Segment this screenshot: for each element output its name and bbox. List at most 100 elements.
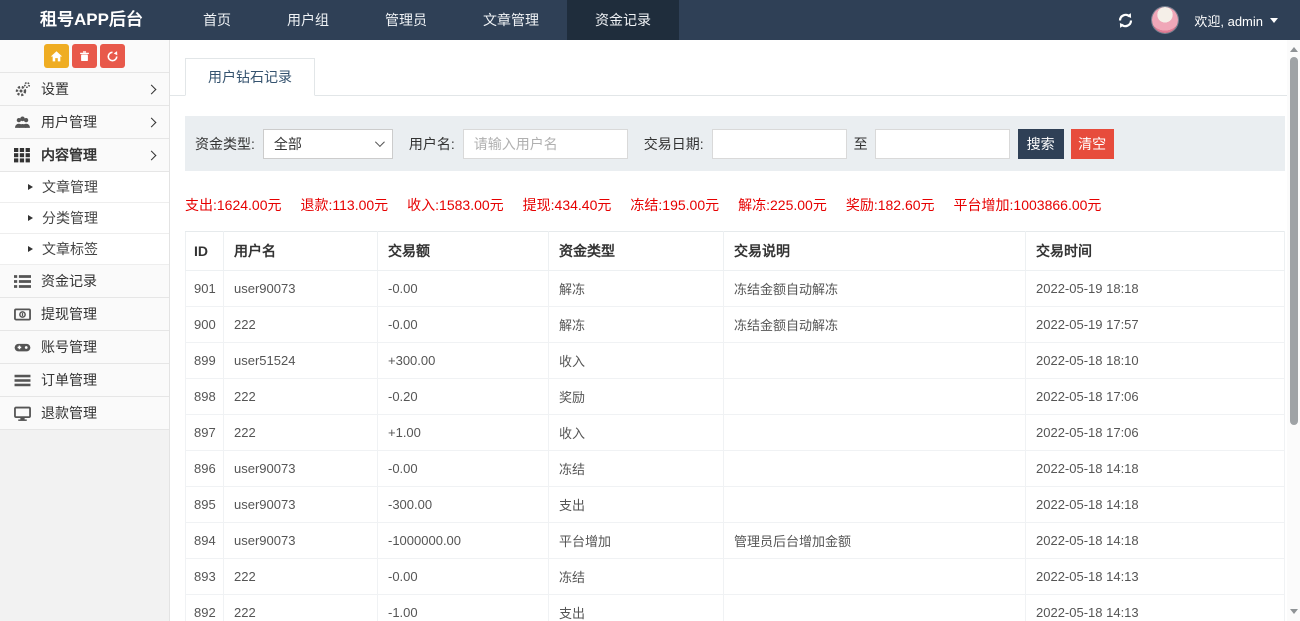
cell-username: 222 <box>224 307 378 343</box>
search-button[interactable]: 搜索 <box>1018 129 1064 159</box>
sidebar-subitem-label: 分类管理 <box>42 208 98 228</box>
grid-icon <box>14 147 31 164</box>
user-avatar[interactable] <box>1152 7 1178 33</box>
fund-type-select[interactable]: 全部 <box>263 129 393 159</box>
cell-time: 2022-05-19 18:18 <box>1026 271 1285 307</box>
cell-username: user90073 <box>224 451 378 487</box>
navbar-right: 欢迎, admin <box>1116 0 1300 40</box>
scrollbar-thumb[interactable] <box>1290 57 1298 425</box>
cell-type: 冻结 <box>549 559 724 595</box>
scroll-down-arrow-icon[interactable] <box>1290 609 1298 614</box>
cell-time: 2022-05-18 14:18 <box>1026 451 1285 487</box>
cell-username: user90073 <box>224 523 378 559</box>
cell-id: 894 <box>186 523 224 559</box>
cell-description: 冻结金额自动解冻 <box>724 307 1026 343</box>
cell-username: 222 <box>224 559 378 595</box>
cell-description <box>724 451 1026 487</box>
sidebar-item-label: 订单管理 <box>41 370 97 390</box>
date-from-input[interactable] <box>712 129 847 159</box>
sidebar-item-refunds[interactable]: 退款管理 <box>0 397 169 430</box>
sidebar-item-label: 用户管理 <box>41 112 97 132</box>
chevron-down-icon <box>375 137 385 147</box>
sidebar-item-users[interactable]: 用户管理 <box>0 106 169 139</box>
gears-icon <box>14 81 31 98</box>
cell-description <box>724 487 1026 523</box>
nav-item-home[interactable]: 首页 <box>175 0 259 40</box>
sidebar-item-label: 退款管理 <box>41 403 97 423</box>
cell-type: 支出 <box>549 487 724 523</box>
cell-description: 冻结金额自动解冻 <box>724 271 1026 307</box>
table-row: 893 222 -0.00 冻结 2022-05-18 14:13 <box>186 559 1285 595</box>
cell-amount: -0.00 <box>378 451 549 487</box>
sidebar-quick-buttons <box>0 40 169 73</box>
nav-item-articles[interactable]: 文章管理 <box>455 0 567 40</box>
sidebar-subitem-label: 文章标签 <box>42 239 98 259</box>
cell-type: 平台增加 <box>549 523 724 559</box>
stat-item: 提现:434.40元 <box>523 195 612 215</box>
sidebar-item-withdraw[interactable]: 提现管理 <box>0 298 169 331</box>
cell-id: 901 <box>186 271 224 307</box>
stat-item: 退款:113.00元 <box>301 195 389 215</box>
nav-item-funds[interactable]: 资金记录 <box>567 0 679 40</box>
cell-id: 896 <box>186 451 224 487</box>
nav-item-usergroup[interactable]: 用户组 <box>259 0 357 40</box>
cell-username: user90073 <box>224 487 378 523</box>
recycle-icon[interactable] <box>100 44 125 68</box>
table-row: 900 222 -0.00 解冻 冻结金额自动解冻 2022-05-19 17:… <box>186 307 1285 343</box>
column-header-time: 交易时间 <box>1026 232 1285 271</box>
welcome-dropdown[interactable]: 欢迎, admin <box>1194 11 1278 30</box>
table-row: 896 user90073 -0.00 冻结 2022-05-18 14:18 <box>186 451 1285 487</box>
username-label: 用户名: <box>409 134 455 154</box>
gamepad-icon <box>14 339 31 356</box>
sidebar-item-label: 资金记录 <box>41 271 97 291</box>
sidebar-item-accounts[interactable]: 账号管理 <box>0 331 169 364</box>
chevron-right-icon <box>147 150 157 160</box>
tab-user-diamond-records[interactable]: 用户钻石记录 <box>185 58 315 96</box>
cell-amount: -1.00 <box>378 595 549 621</box>
date-to-input[interactable] <box>875 129 1010 159</box>
fund-records-table: ID 用户名 交易额 资金类型 交易说明 交易时间 901 user90073 … <box>185 231 1285 621</box>
nav-item-admin[interactable]: 管理员 <box>357 0 455 40</box>
cell-time: 2022-05-19 17:57 <box>1026 307 1285 343</box>
chevron-right-icon <box>147 117 157 127</box>
column-header-username: 用户名 <box>224 232 378 271</box>
username-input[interactable] <box>463 129 628 159</box>
sidebar-item-orders[interactable]: 订单管理 <box>0 364 169 397</box>
cell-id: 900 <box>186 307 224 343</box>
header-row: ID 用户名 交易额 资金类型 交易说明 交易时间 <box>186 232 1285 271</box>
cell-type: 收入 <box>549 343 724 379</box>
cell-time: 2022-05-18 17:06 <box>1026 379 1285 415</box>
tab-bar: 用户钻石记录 <box>170 58 1300 96</box>
sidebar-subitem-article-manage[interactable]: 文章管理 <box>0 172 169 203</box>
cell-amount: -0.00 <box>378 307 549 343</box>
home-button[interactable] <box>44 44 69 68</box>
vertical-scrollbar[interactable] <box>1287 40 1300 621</box>
sidebar-subitem-category-manage[interactable]: 分类管理 <box>0 203 169 234</box>
sidebar-item-fund-records[interactable]: 资金记录 <box>0 265 169 298</box>
cell-amount: -1000000.00 <box>378 523 549 559</box>
cell-description <box>724 379 1026 415</box>
cell-id: 897 <box>186 415 224 451</box>
date-label: 交易日期: <box>644 134 704 154</box>
app-brand[interactable]: 租号APP后台 <box>0 0 163 40</box>
table-head: ID 用户名 交易额 资金类型 交易说明 交易时间 <box>186 232 1285 271</box>
clear-button[interactable]: 清空 <box>1071 129 1114 159</box>
trash-button[interactable] <box>72 44 97 68</box>
column-header-amount: 交易额 <box>378 232 549 271</box>
scroll-up-arrow-icon[interactable] <box>1290 47 1298 52</box>
cell-username: 222 <box>224 379 378 415</box>
table-row: 894 user90073 -1000000.00 平台增加 管理员后台增加金额… <box>186 523 1285 559</box>
sidebar-subitem-article-tags[interactable]: 文章标签 <box>0 234 169 265</box>
refresh-icon[interactable] <box>1116 10 1136 30</box>
cell-time: 2022-05-18 14:13 <box>1026 559 1285 595</box>
cell-description <box>724 559 1026 595</box>
cell-username: user51524 <box>224 343 378 379</box>
column-header-description: 交易说明 <box>724 232 1026 271</box>
stat-item: 解冻:225.00元 <box>738 195 827 215</box>
money-icon <box>14 306 31 323</box>
stats-line: 支出:1624.00元退款:113.00元收入:1583.00元提现:434.4… <box>185 195 1285 215</box>
sidebar-item-content[interactable]: 内容管理 <box>0 139 169 172</box>
list-icon <box>14 273 31 290</box>
column-header-type: 资金类型 <box>549 232 724 271</box>
sidebar-item-settings[interactable]: 设置 <box>0 73 169 106</box>
